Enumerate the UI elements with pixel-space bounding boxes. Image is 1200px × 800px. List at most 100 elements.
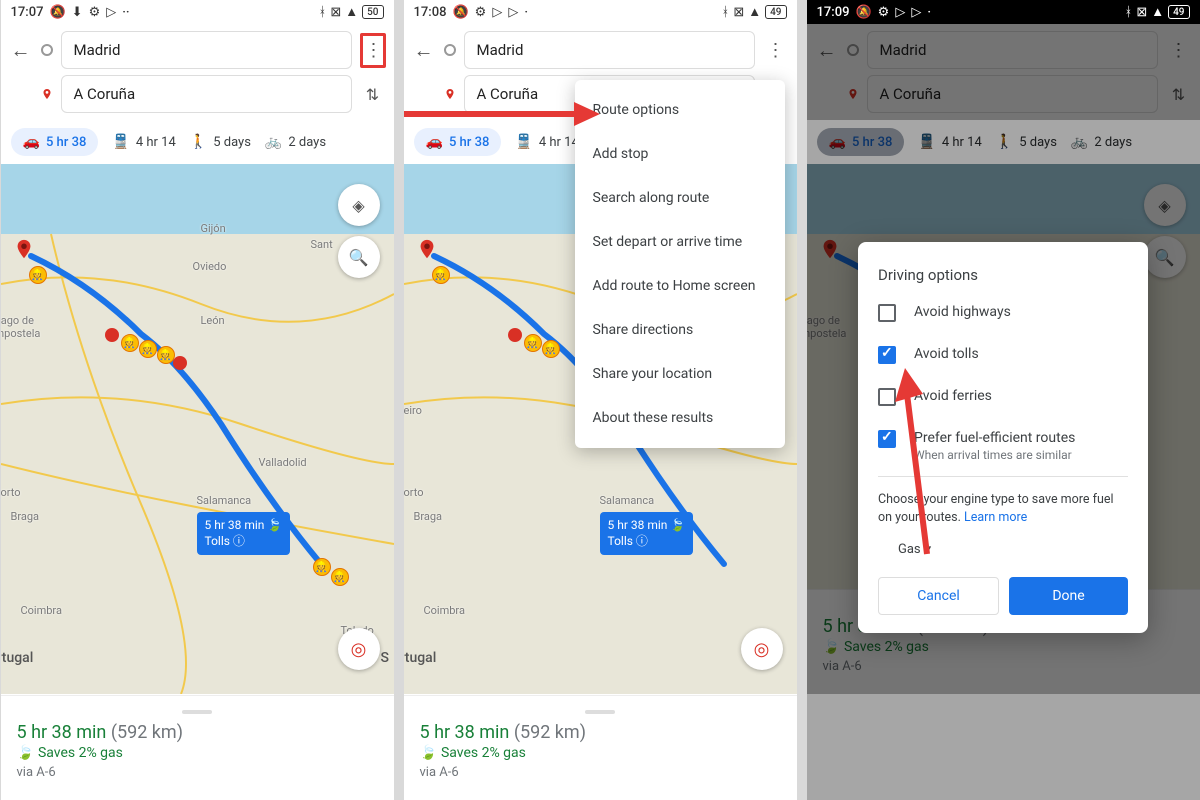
back-button[interactable]: ← bbox=[9, 38, 33, 63]
construction-icon: 👷 bbox=[432, 266, 450, 284]
route-tooltip[interactable]: 5 hr 38 min 🍃 Tolls ⓘ bbox=[197, 512, 291, 555]
option-avoid-tolls[interactable]: Avoid tolls bbox=[878, 346, 1128, 364]
mode-transit[interactable]: 🚆4 hr 14 bbox=[112, 134, 175, 150]
city-label: eiro bbox=[404, 404, 422, 417]
city-label: León bbox=[201, 314, 225, 327]
menu-search-along[interactable]: Search along route bbox=[575, 176, 785, 220]
mode-bike[interactable]: 🚲 2 days bbox=[265, 134, 326, 150]
bike-icon: 🚲 bbox=[265, 134, 282, 150]
destination-marker-icon bbox=[41, 87, 53, 101]
directions-header: ← Madrid ⋮ A Coruña ⇅ bbox=[1, 24, 394, 120]
city-label: Gijón bbox=[201, 222, 226, 235]
gear-icon: ⚙ bbox=[878, 5, 890, 20]
status-bar: 17:09 🔕 ⚙ ▷ ▷ · ᚼ ⊠ ▲ 49 bbox=[807, 0, 1200, 24]
city-label: tiago de mpostela bbox=[1, 314, 41, 340]
menu-share-location[interactable]: Share your location bbox=[575, 352, 785, 396]
origin-input[interactable]: Madrid bbox=[61, 31, 352, 69]
swap-button[interactable]: ⇅ bbox=[360, 85, 386, 104]
vibrate-icon: ⊠ bbox=[330, 5, 341, 20]
car-icon: 🚗 bbox=[23, 134, 40, 150]
route-summary-sheet[interactable]: 5 hr 38 min (592 km) 🍃Saves 2% gas via A… bbox=[1, 695, 394, 800]
screenshot-1: 17:07 🔕 ⬇ ⚙ ▷ ·· ᚼ ⊠ ▲ 50 ← Madrid ⋮ A C… bbox=[1, 0, 394, 800]
menu-set-depart[interactable]: Set depart or arrive time bbox=[575, 220, 785, 264]
bluetooth-icon: ᚼ bbox=[722, 5, 730, 20]
summary-time: 5 hr 38 min bbox=[17, 722, 107, 743]
summary-saves: Saves 2% gas bbox=[441, 745, 526, 761]
overflow-menu-button[interactable]: ⋮ bbox=[360, 33, 386, 68]
label-avoid-tolls: Avoid tolls bbox=[914, 346, 979, 362]
country-label: rtugal bbox=[404, 650, 437, 666]
leaf-icon: 🍃 bbox=[420, 745, 437, 761]
construction-icon: 👷 bbox=[542, 340, 560, 358]
origin-input[interactable]: Madrid bbox=[464, 31, 755, 69]
checkbox-avoid-tolls[interactable] bbox=[878, 346, 896, 364]
battery-icon: 50 bbox=[362, 5, 383, 19]
screenshot-3: 17:09 🔕 ⚙ ▷ ▷ · ᚼ ⊠ ▲ 49 ← Madrid ⋮ bbox=[807, 0, 1200, 800]
city-label: Salamanca bbox=[600, 494, 655, 507]
menu-add-home[interactable]: Add route to Home screen bbox=[575, 264, 785, 308]
battery-icon: 49 bbox=[765, 5, 786, 19]
menu-route-options[interactable]: Route options bbox=[575, 88, 785, 132]
dnd-icon: 🔕 bbox=[452, 5, 468, 20]
menu-share-directions[interactable]: Share directions bbox=[575, 308, 785, 352]
mode-transit[interactable]: 🚆 4 hr 14 bbox=[515, 134, 578, 150]
travel-mode-row: 🚗5 hr 38 🚆4 hr 14 🚶5 days 🚲 2 days bbox=[1, 120, 394, 164]
incident-icon bbox=[508, 328, 522, 342]
incident-icon bbox=[173, 356, 187, 370]
city-label: Braga bbox=[11, 510, 40, 523]
status-bar: 17:07 🔕 ⬇ ⚙ ▷ ·· ᚼ ⊠ ▲ 50 bbox=[1, 0, 394, 24]
drag-handle[interactable] bbox=[182, 710, 212, 714]
locate-button[interactable]: ◎ bbox=[338, 628, 380, 670]
tooltip-tolls: Tolls ⓘ bbox=[205, 534, 283, 550]
layers-button[interactable]: ◈ bbox=[338, 184, 380, 226]
screenshot-2: 17:08 🔕 ⚙ ▷ ▷ · ᚼ ⊠ ▲ 49 ← Madrid ⋮ A Co… bbox=[404, 0, 797, 800]
summary-line1: 5 hr 38 min (592 km) bbox=[17, 722, 378, 743]
origin-marker-icon bbox=[444, 44, 456, 56]
transit-icon: 🚆 bbox=[112, 134, 129, 150]
map-canvas[interactable]: 👷 👷 👷 👷 👷 👷 Gijón Oviedo Sant tiago de m… bbox=[1, 164, 394, 694]
city-label: Oviedo bbox=[193, 260, 227, 273]
locate-button[interactable]: ◎ bbox=[741, 628, 783, 670]
play-icon: ▷ bbox=[508, 5, 518, 20]
car-icon: 🚗 bbox=[426, 134, 443, 150]
dialog-title: Driving options bbox=[878, 266, 1128, 284]
destination-pin-icon bbox=[416, 234, 438, 268]
vibrate-icon: ⊠ bbox=[1136, 5, 1147, 20]
summary-via: via A-6 bbox=[420, 765, 781, 780]
mode-car-label: 5 hr 38 bbox=[449, 135, 489, 150]
option-avoid-highways[interactable]: Avoid highways bbox=[878, 304, 1128, 322]
mode-walk[interactable]: 🚶5 days bbox=[190, 134, 251, 150]
summary-eco: 🍃Saves 2% gas bbox=[17, 745, 378, 761]
city-label: orto bbox=[1, 486, 21, 499]
checkbox-avoid-highways[interactable] bbox=[878, 304, 896, 322]
origin-marker-icon bbox=[41, 44, 53, 56]
cancel-button[interactable]: Cancel bbox=[878, 577, 999, 615]
done-button[interactable]: Done bbox=[1009, 577, 1128, 615]
more-icon: ·· bbox=[122, 5, 129, 20]
status-time: 17:07 bbox=[11, 5, 44, 20]
summary-via: via A-6 bbox=[17, 765, 378, 780]
drag-handle[interactable] bbox=[585, 710, 615, 714]
destination-input[interactable]: A Coruña bbox=[61, 75, 352, 113]
play-icon: ▷ bbox=[106, 5, 116, 20]
map-search-button[interactable]: 🔍 bbox=[338, 236, 380, 278]
mode-car[interactable]: 🚗5 hr 38 bbox=[11, 128, 99, 156]
menu-add-stop[interactable]: Add stop bbox=[575, 132, 785, 176]
back-button[interactable]: ← bbox=[412, 38, 436, 63]
menu-about-results[interactable]: About these results bbox=[575, 396, 785, 440]
construction-icon: 👷 bbox=[29, 266, 47, 284]
walk-icon: 🚶 bbox=[190, 134, 207, 150]
learn-more-link[interactable]: Learn more bbox=[964, 510, 1027, 525]
overflow-menu-button[interactable]: ⋮ bbox=[763, 40, 789, 61]
dnd-icon: 🔕 bbox=[855, 5, 871, 20]
route-summary-sheet[interactable]: 5 hr 38 min (592 km) 🍃Saves 2% gas via A… bbox=[404, 695, 797, 800]
route-tooltip[interactable]: 5 hr 38 min 🍃 Tolls ⓘ bbox=[600, 512, 694, 555]
status-time: 17:09 bbox=[817, 5, 850, 20]
transit-icon: 🚆 bbox=[515, 134, 532, 150]
summary-time: 5 hr 38 min bbox=[420, 722, 510, 743]
gear-icon: ⚙ bbox=[475, 5, 487, 20]
mode-transit-label: 4 hr 14 bbox=[539, 135, 579, 150]
mode-bike-label: 2 days bbox=[288, 135, 326, 150]
overflow-menu: Route options Add stop Search along rout… bbox=[575, 80, 785, 448]
more-icon: · bbox=[524, 5, 528, 20]
